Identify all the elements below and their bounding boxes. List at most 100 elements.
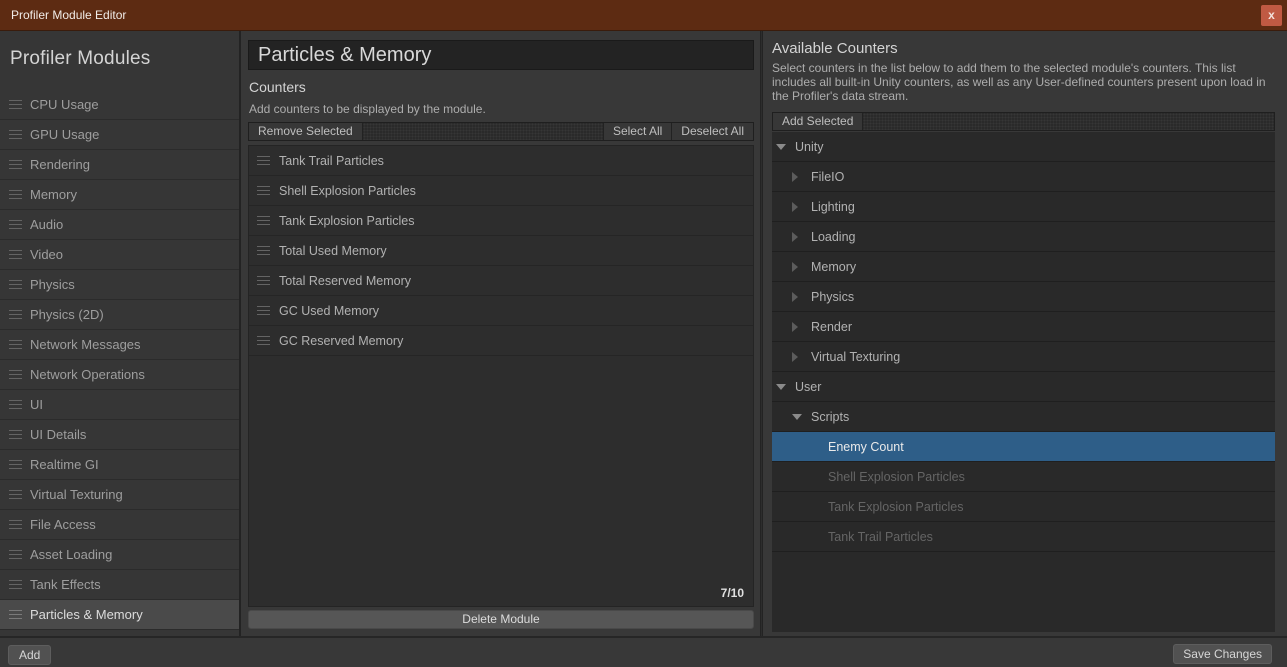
sidebar-item-network-operations[interactable]: Network Operations — [0, 360, 239, 390]
counter-item-gc-used-memory[interactable]: GC Used Memory — [249, 296, 753, 326]
foldout-icon[interactable] — [792, 414, 802, 420]
titlebar[interactable]: Profiler Module Editor x — [0, 0, 1287, 31]
tree-item-tank-explosion-particles[interactable]: Tank Explosion Particles — [772, 492, 1275, 522]
sidebar-item-physics-2d[interactable]: Physics (2D) — [0, 300, 239, 330]
drag-handle-icon[interactable] — [9, 400, 22, 409]
foldout-icon[interactable] — [792, 232, 798, 242]
sidebar-item-virtual-texturing[interactable]: Virtual Texturing — [0, 480, 239, 510]
tree-item-tank-trail-particles[interactable]: Tank Trail Particles — [772, 522, 1275, 552]
sidebar-item-rendering[interactable]: Rendering — [0, 150, 239, 180]
drag-handle-icon[interactable] — [257, 336, 270, 345]
deselect-all-button[interactable]: Deselect All — [671, 123, 753, 140]
drag-handle-icon[interactable] — [257, 156, 270, 165]
add-module-button[interactable]: Add — [8, 645, 51, 665]
foldout-icon[interactable] — [792, 172, 798, 182]
counter-item-tank-trail-particles[interactable]: Tank Trail Particles — [249, 146, 753, 176]
tree-item-lighting[interactable]: Lighting — [772, 192, 1275, 222]
sidebar-item-realtime-gi[interactable]: Realtime GI — [0, 450, 239, 480]
drag-handle-icon[interactable] — [9, 370, 22, 379]
tree-item-shell-explosion-particles[interactable]: Shell Explosion Particles — [772, 462, 1275, 492]
sidebar-item-ui[interactable]: UI — [0, 390, 239, 420]
drag-handle-icon[interactable] — [9, 610, 22, 619]
drag-handle-icon[interactable] — [9, 340, 22, 349]
sidebar-item-tank-effects[interactable]: Tank Effects — [0, 570, 239, 600]
drag-handle-icon[interactable] — [257, 306, 270, 315]
tree-item-physics[interactable]: Physics — [772, 282, 1275, 312]
tree-item-virtual-texturing[interactable]: Virtual Texturing — [772, 342, 1275, 372]
sidebar-item-cpu-usage[interactable]: CPU Usage — [0, 90, 239, 120]
close-button[interactable]: x — [1261, 5, 1282, 26]
drag-handle-icon[interactable] — [257, 186, 270, 195]
tree-item-enemy-count[interactable]: Enemy Count — [772, 432, 1275, 462]
foldout-icon[interactable] — [776, 384, 786, 390]
delete-module-button[interactable]: Delete Module — [248, 610, 754, 629]
tree-item-render[interactable]: Render — [772, 312, 1275, 342]
sidebar-module-label: Particles & Memory — [30, 607, 143, 622]
tree-item-memory[interactable]: Memory — [772, 252, 1275, 282]
counter-item-total-used-memory[interactable]: Total Used Memory — [249, 236, 753, 266]
drag-handle-icon[interactable] — [9, 520, 22, 529]
sidebar-module-label: Memory — [30, 187, 77, 202]
module-counter-label: GC Reserved Memory — [279, 334, 403, 348]
drag-handle-icon[interactable] — [9, 310, 22, 319]
sidebar-item-ui-details[interactable]: UI Details — [0, 420, 239, 450]
counter-item-shell-explosion-particles[interactable]: Shell Explosion Particles — [249, 176, 753, 206]
module-editor-panel: Particles & Memory Counters Add counters… — [241, 31, 760, 636]
module-counter-label: Tank Explosion Particles — [279, 214, 414, 228]
tree-item-label: Tank Explosion Particles — [828, 500, 963, 514]
sidebar-item-memory[interactable]: Memory — [0, 180, 239, 210]
drag-handle-icon[interactable] — [257, 216, 270, 225]
profiler-modules-panel: Profiler Modules CPU Usage GPU Usage Ren… — [0, 31, 239, 636]
sidebar-item-audio[interactable]: Audio — [0, 210, 239, 240]
add-selected-button[interactable]: Add Selected — [773, 113, 863, 130]
drag-handle-icon[interactable] — [9, 190, 22, 199]
foldout-icon[interactable] — [792, 292, 798, 302]
drag-handle-icon[interactable] — [9, 160, 22, 169]
sidebar-item-file-access[interactable]: File Access — [0, 510, 239, 540]
drag-handle-icon[interactable] — [9, 460, 22, 469]
foldout-icon[interactable] — [776, 144, 786, 150]
drag-handle-icon[interactable] — [9, 430, 22, 439]
sidebar-module-label: Rendering — [30, 157, 90, 172]
sidebar-item-gpu-usage[interactable]: GPU Usage — [0, 120, 239, 150]
drag-handle-icon[interactable] — [9, 100, 22, 109]
drag-handle-icon[interactable] — [9, 490, 22, 499]
drag-handle-icon[interactable] — [257, 276, 270, 285]
foldout-icon[interactable] — [792, 322, 798, 332]
select-all-button[interactable]: Select All — [603, 123, 671, 140]
sidebar-item-video[interactable]: Video — [0, 240, 239, 270]
drag-handle-icon[interactable] — [9, 250, 22, 259]
tree-item-label: Tank Trail Particles — [828, 530, 933, 544]
available-counters-title: Available Counters — [772, 40, 898, 57]
foldout-icon[interactable] — [792, 262, 798, 272]
sidebar-item-physics[interactable]: Physics — [0, 270, 239, 300]
counters-description: Add counters to be displayed by the modu… — [249, 102, 486, 116]
tree-item-loading[interactable]: Loading — [772, 222, 1275, 252]
available-counters-tree: Unity FileIO Lighting Loading Memory Phy… — [772, 132, 1275, 632]
module-counter-label: Shell Explosion Particles — [279, 184, 416, 198]
sidebar-item-asset-loading[interactable]: Asset Loading — [0, 540, 239, 570]
tree-item-unity[interactable]: Unity — [772, 132, 1275, 162]
available-counters-toolbar: Add Selected — [772, 112, 1275, 131]
module-name-field[interactable]: Particles & Memory — [248, 40, 754, 70]
drag-handle-icon[interactable] — [9, 280, 22, 289]
sidebar-module-label: Network Operations — [30, 367, 145, 382]
tree-item-fileio[interactable]: FileIO — [772, 162, 1275, 192]
drag-handle-icon[interactable] — [257, 246, 270, 255]
sidebar-item-particles-memory[interactable]: Particles & Memory — [0, 600, 239, 630]
tree-item-user[interactable]: User — [772, 372, 1275, 402]
foldout-icon[interactable] — [792, 352, 798, 362]
counter-item-tank-explosion-particles[interactable]: Tank Explosion Particles — [249, 206, 753, 236]
drag-handle-icon[interactable] — [9, 580, 22, 589]
foldout-icon[interactable] — [792, 202, 798, 212]
drag-handle-icon[interactable] — [9, 550, 22, 559]
tree-item-scripts[interactable]: Scripts — [772, 402, 1275, 432]
sidebar-item-network-messages[interactable]: Network Messages — [0, 330, 239, 360]
save-changes-button[interactable]: Save Changes — [1173, 644, 1272, 664]
counter-item-total-reserved-memory[interactable]: Total Reserved Memory — [249, 266, 753, 296]
remove-selected-button[interactable]: Remove Selected — [249, 123, 363, 140]
counter-item-gc-reserved-memory[interactable]: GC Reserved Memory — [249, 326, 753, 356]
drag-handle-icon[interactable] — [9, 220, 22, 229]
drag-handle-icon[interactable] — [9, 130, 22, 139]
sidebar-module-label: Physics (2D) — [30, 307, 104, 322]
